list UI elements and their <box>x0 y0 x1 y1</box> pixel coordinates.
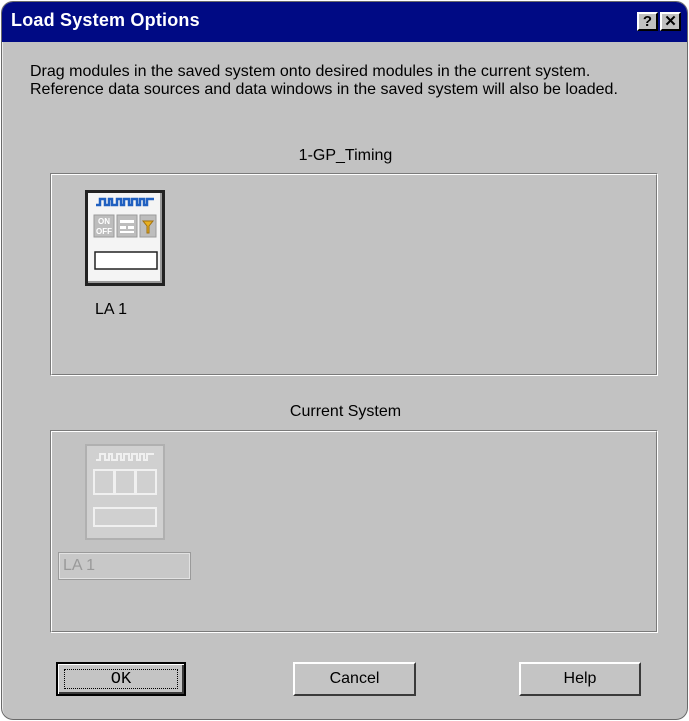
module-status-bar <box>93 507 157 527</box>
help-title-button[interactable]: ? <box>637 12 658 31</box>
dialog-title: Load System Options <box>11 10 200 30</box>
current-module-la1[interactable] <box>85 444 165 540</box>
saved-module-name: LA 1 <box>95 301 128 318</box>
logic-analyzer-module-icon <box>85 444 165 540</box>
instructions-text: Drag modules in the saved system onto de… <box>30 63 618 98</box>
module-graphic: ON OFF <box>93 197 158 270</box>
svg-text:OFF: OFF <box>96 227 112 236</box>
current-system-label: Current System <box>289 403 402 420</box>
ok-button-label: OK <box>110 670 132 689</box>
logic-analyzer-module-icon: ON OFF <box>85 190 165 286</box>
svg-text:ON: ON <box>98 217 110 226</box>
saved-system-label: 1-GP_Timing <box>298 147 393 164</box>
saved-module-la1[interactable]: ON OFF <box>85 190 165 286</box>
trigger-icon <box>135 469 157 495</box>
load-system-options-dialog: Load System Options ? ✕ Drag modules in … <box>1 1 688 720</box>
module-graphic-disabled <box>93 453 157 527</box>
help-button[interactable]: Help <box>519 662 641 696</box>
close-title-button[interactable]: ✕ <box>660 12 681 31</box>
module-status-bar <box>94 251 158 270</box>
current-module-name-field[interactable] <box>58 552 191 580</box>
waveform-icon <box>96 197 154 207</box>
cancel-button[interactable]: Cancel <box>293 662 416 696</box>
waveform-icon <box>96 453 154 461</box>
format-icon <box>114 469 136 495</box>
title-bar[interactable]: Load System Options ? ✕ <box>2 2 687 42</box>
on-off-icon <box>93 469 115 495</box>
ok-button[interactable]: OK <box>56 662 186 696</box>
